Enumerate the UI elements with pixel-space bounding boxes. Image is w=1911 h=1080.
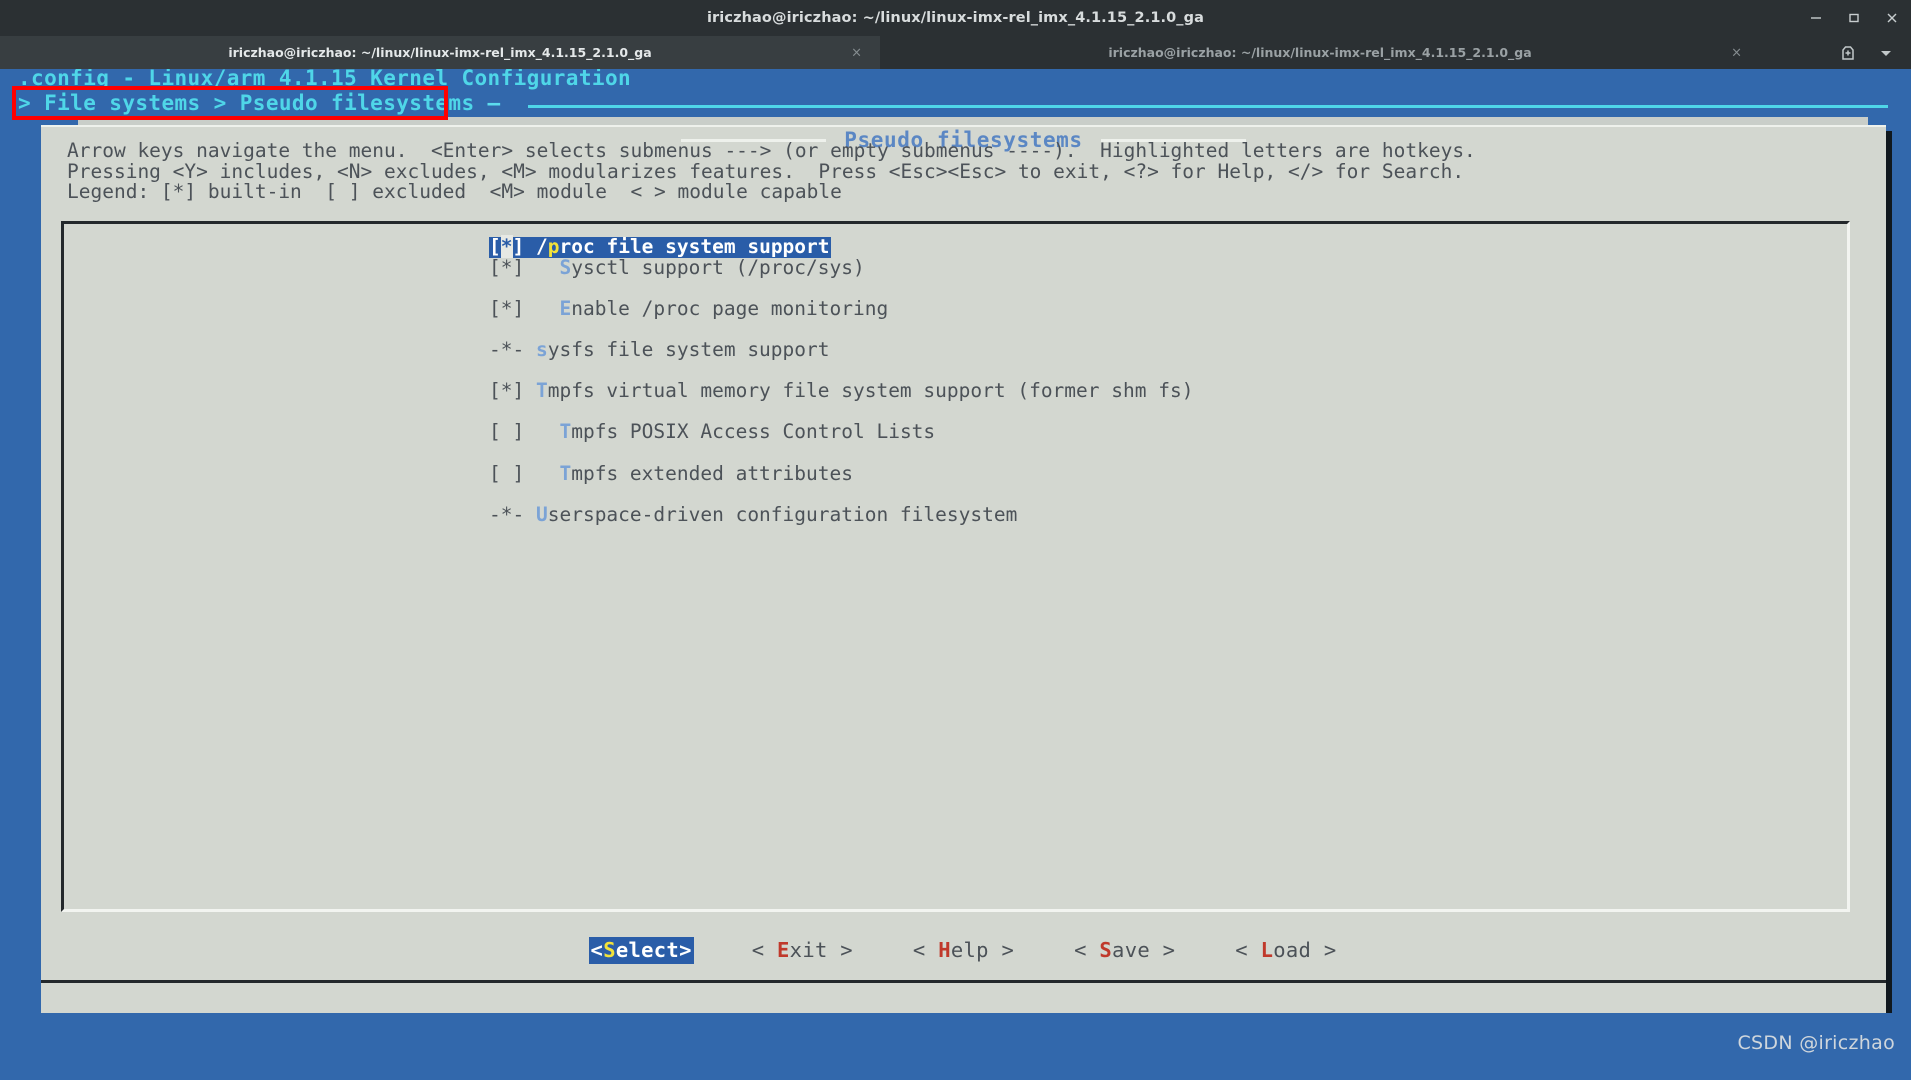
- dialog-button-xit[interactable]: < Exit >: [750, 937, 855, 964]
- menu-item-label: ysctl support (/proc/sys): [571, 255, 865, 279]
- window-titlebar: iriczhao@iriczhao: ~/linux/linux-imx-rel…: [0, 0, 1911, 36]
- menu-item-label: mpfs virtual memory file system support …: [547, 379, 1194, 403]
- button-label: xit: [789, 937, 828, 962]
- menu-item-hotkey: U: [535, 502, 548, 526]
- window-title: iriczhao@iriczhao: ~/linux/linux-imx-rel…: [706, 10, 1205, 26]
- button-hotkey: S: [1099, 937, 1113, 962]
- menu-item-hotkey: T: [559, 461, 572, 485]
- help-text: Arrow keys navigate the menu. <Enter> se…: [67, 139, 1867, 204]
- dialog-button-elect[interactable]: <Select>: [588, 936, 694, 964]
- cursor-cell: *: [500, 235, 513, 258]
- menu-item-label: mpfs extended attributes: [571, 461, 853, 485]
- dialog-button-elp[interactable]: < Help >: [911, 937, 1016, 964]
- maximize-icon[interactable]: [1835, 0, 1873, 36]
- menu-item-hotkey: T: [535, 379, 548, 403]
- menu-item-hotkey: E: [559, 296, 572, 320]
- menu-item-marker: [ ]: [489, 420, 525, 444]
- button-hotkey: S: [603, 937, 616, 962]
- button-bar-rule: [41, 980, 1886, 983]
- tab-terminal-2[interactable]: iriczhao@iriczhao: ~/linux/linux-imx-rel…: [880, 36, 1760, 69]
- menu-item-label: mpfs POSIX Access Control Lists: [571, 420, 936, 444]
- menuconfig-header: .config - Linux/arm 4.1.15 Kernel Config…: [18, 69, 632, 90]
- menu-item-marker: -*-: [489, 502, 525, 526]
- help-line-2: Pressing <Y> includes, <N> excludes, <M>…: [67, 159, 1465, 183]
- button-hotkey: H: [938, 937, 951, 962]
- menu-item-hotkey: p: [547, 235, 560, 258]
- tab-bar: iriczhao@iriczhao: ~/linux/linux-imx-rel…: [0, 36, 1911, 69]
- menu-item[interactable]: -*- Userspace-driven configuration files…: [489, 502, 1193, 526]
- desktop-bottom-strip: [0, 1013, 1911, 1080]
- menu-item-marker: [*]: [489, 255, 525, 279]
- close-icon[interactable]: [1873, 0, 1911, 36]
- tab-label: iriczhao@iriczhao: ~/linux/linux-imx-rel…: [228, 45, 652, 60]
- menu-item-marker: [*]: [489, 296, 525, 320]
- menu-item[interactable]: -*- sysfs file system support: [489, 337, 1193, 361]
- dialog-button-ave[interactable]: < Save >: [1072, 937, 1177, 964]
- menuconfig-topshadow: [78, 117, 1868, 125]
- breadcrumb: > File systems > Pseudo filesystems —: [18, 91, 501, 116]
- button-hotkey: L: [1260, 937, 1274, 962]
- menu-item-marker: -*-: [489, 337, 525, 361]
- dialog-button-oad[interactable]: < Load >: [1233, 937, 1338, 964]
- menu-item-hotkey: s: [535, 337, 548, 361]
- app-root: iriczhao@iriczhao: ~/linux/linux-imx-rel…: [0, 0, 1911, 1080]
- chevron-down-icon[interactable]: [1869, 36, 1903, 69]
- button-label: elect: [615, 937, 680, 962]
- button-label: ave: [1112, 937, 1150, 962]
- menu-item-list: [*] /proc file system support [*] Sysctl…: [489, 235, 1194, 526]
- tabbar-actions: [1831, 36, 1911, 69]
- button-hotkey: E: [777, 937, 790, 962]
- breadcrumb-rule: [528, 105, 1888, 108]
- help-line-3: Legend: [*] built-in [ ] excluded <M> mo…: [67, 180, 842, 204]
- button-label: oad: [1273, 937, 1312, 962]
- new-tab-icon[interactable]: [1831, 36, 1865, 69]
- breadcrumb-text: > File systems > Pseudo filesystems: [18, 91, 475, 115]
- menu-item[interactable]: [*] Sysctl support (/proc/sys): [489, 255, 1193, 279]
- menu-item-marker: [ ]: [489, 461, 525, 485]
- menu-item-label: serspace-driven configuration filesystem: [547, 502, 1018, 526]
- menu-item-label: roc file system support: [559, 235, 830, 258]
- menuconfig-backdrop: .config - Linux/arm 4.1.15 Kernel Config…: [8, 69, 1911, 1054]
- menu-item[interactable]: [*] Enable /proc page monitoring: [489, 296, 1193, 320]
- menuconfig-dialog: Pseudo filesystems Arrow keys navigate t…: [41, 125, 1886, 1038]
- window-controls: [1797, 0, 1911, 36]
- menu-item-marker: [*]: [489, 235, 525, 258]
- dialog-button-bar: <Select> < Exit > < Help > < Save > < Load >: [41, 925, 1886, 975]
- menu-item[interactable]: [ ] Tmpfs POSIX Access Control Lists: [489, 422, 1193, 443]
- menu-item[interactable]: [*] /proc file system support: [489, 235, 831, 258]
- menu-item[interactable]: [ ] Tmpfs extended attributes: [489, 461, 1193, 485]
- menu-item-label: nable /proc page monitoring: [571, 296, 889, 320]
- tab-terminal-1[interactable]: iriczhao@iriczhao: ~/linux/linux-imx-rel…: [0, 36, 880, 69]
- breadcrumb-dash: —: [474, 91, 501, 115]
- menu-item-hotkey: S: [559, 255, 572, 279]
- menu-item[interactable]: [*] Tmpfs virtual memory file system sup…: [489, 379, 1194, 403]
- menu-item-hotkey: T: [559, 420, 572, 444]
- terminal-content: .config - Linux/arm 4.1.15 Kernel Config…: [0, 69, 1911, 1080]
- menu-listbox[interactable]: [*] /proc file system support [*] Sysctl…: [61, 221, 1850, 912]
- tab-label: iriczhao@iriczhao: ~/linux/linux-imx-rel…: [1108, 45, 1532, 60]
- help-line-1: Arrow keys navigate the menu. <Enter> se…: [67, 139, 1476, 162]
- tab-close-icon[interactable]: ×: [851, 45, 862, 60]
- tab-close-icon[interactable]: ×: [1731, 45, 1742, 60]
- button-label: elp: [950, 937, 989, 962]
- menu-item-label: ysfs file system support: [547, 337, 830, 361]
- watermark: CSDN @iriczhao: [1737, 1032, 1895, 1054]
- menu-item-marker: [*]: [489, 379, 525, 403]
- minimize-icon[interactable]: [1797, 0, 1835, 36]
